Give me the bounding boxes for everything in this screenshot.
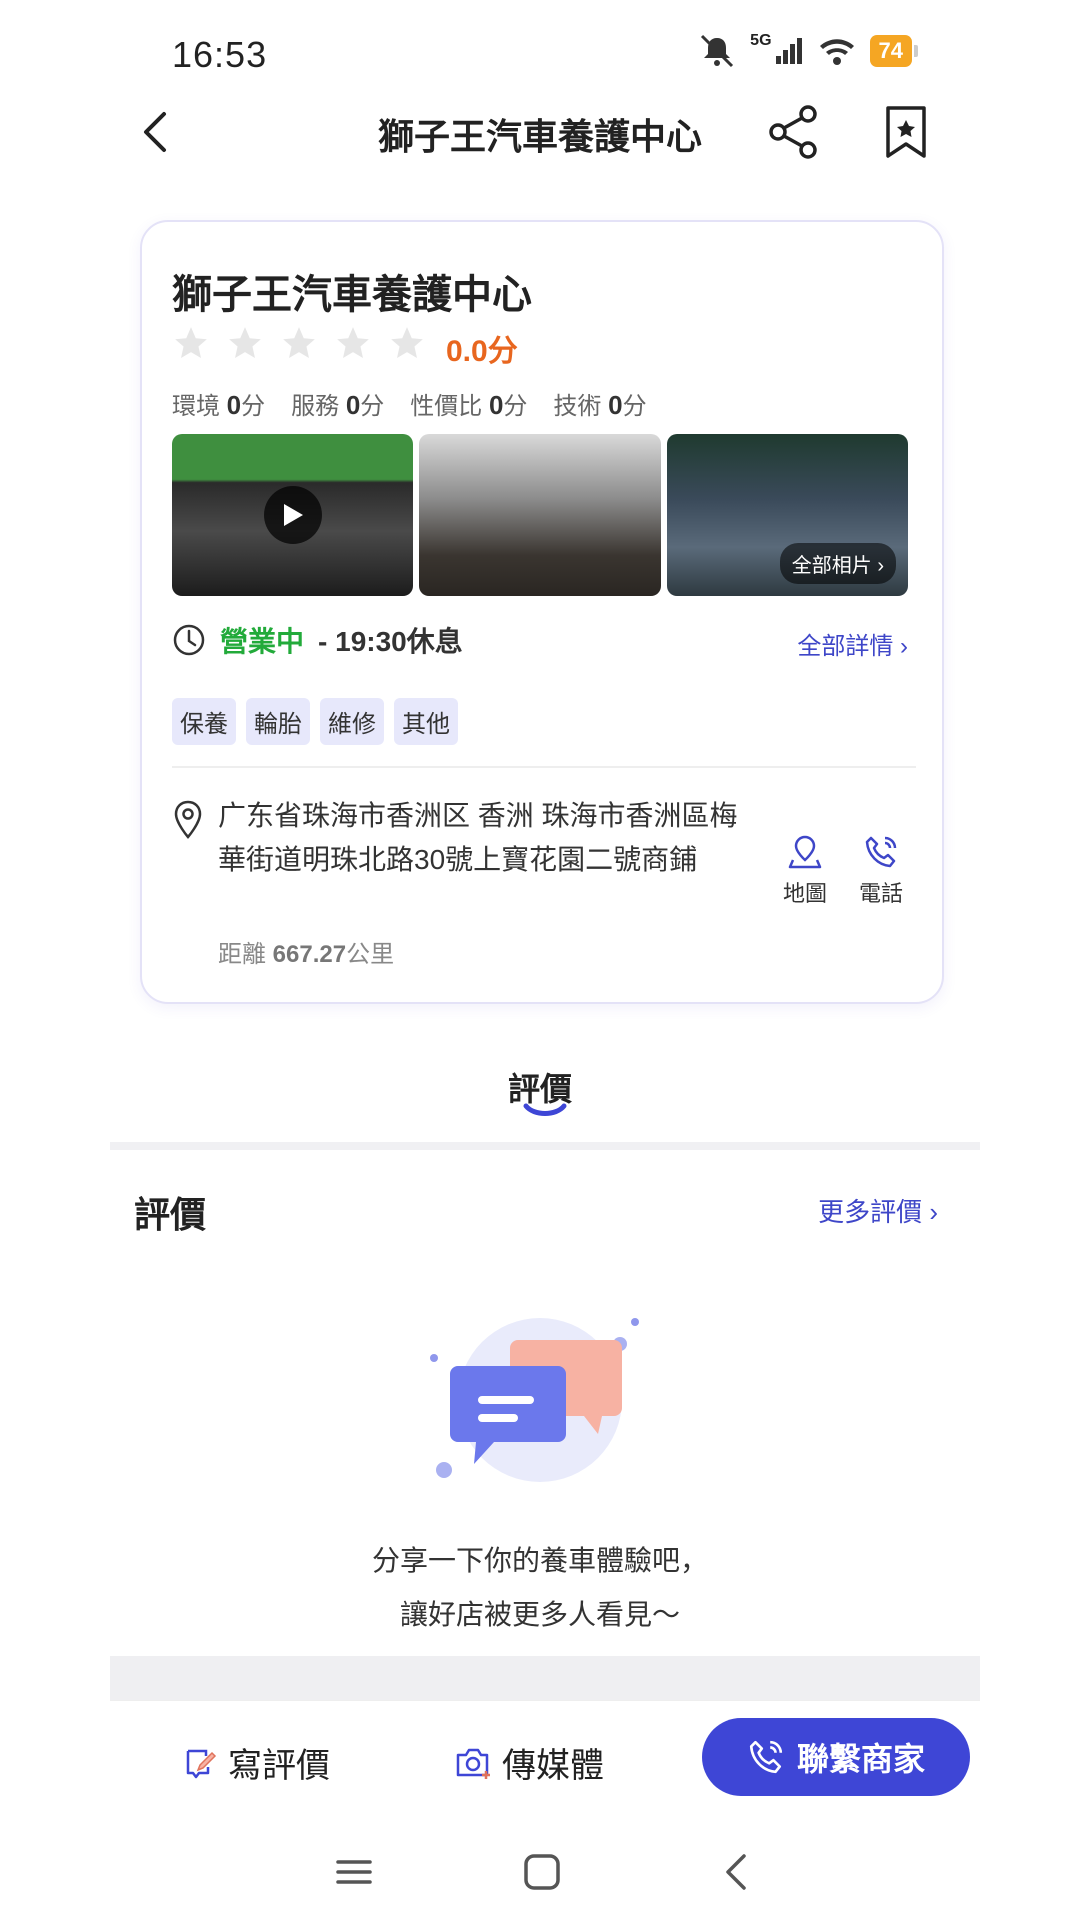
recent-apps-icon[interactable] bbox=[334, 1852, 374, 1892]
phone-call-icon bbox=[749, 1740, 783, 1774]
status-icons: 5G 74 bbox=[698, 32, 919, 68]
mute-icon bbox=[701, 34, 734, 68]
clock-icon bbox=[173, 624, 205, 656]
write-review-button[interactable]: 寫評價 bbox=[182, 1738, 330, 1787]
tag-tires[interactable]: 輪胎 bbox=[246, 698, 310, 745]
bookmark-icon[interactable] bbox=[882, 104, 930, 160]
interior-photo[interactable] bbox=[419, 434, 661, 596]
shop-address: 广东省珠海市香洲区 香洲 珠海市香洲區梅華街道明珠北路30號上寶花園二號商鋪 bbox=[218, 800, 738, 875]
subscore-environment: 環境 0分 bbox=[172, 390, 266, 420]
reviews-section-title: 評價 bbox=[134, 1194, 207, 1235]
shop-name: 獅子王汽車養護中心 bbox=[172, 273, 532, 317]
subscore-service: 服務 0分 bbox=[291, 390, 385, 420]
chevron-right-icon: › bbox=[900, 633, 908, 660]
location-pin-icon bbox=[174, 800, 202, 839]
rating-score: 0.0分 bbox=[446, 335, 518, 368]
subscore-value: 性價比 0分 bbox=[410, 390, 528, 420]
business-hours: 營業中 - 19:30休息 bbox=[172, 620, 463, 660]
tag-maintenance[interactable]: 保養 bbox=[172, 698, 236, 745]
map-icon bbox=[788, 835, 822, 869]
photo-gallery: 全部相片 › bbox=[172, 434, 908, 596]
star-icon bbox=[391, 327, 423, 359]
service-tags: 保養 輪胎 維修 其他 bbox=[172, 698, 458, 745]
upload-media-button[interactable]: 傳媒體 bbox=[454, 1738, 604, 1787]
phone-icon bbox=[865, 836, 897, 868]
tab-active-indicator bbox=[523, 1103, 567, 1116]
storefront-video-thumbnail[interactable] bbox=[172, 434, 414, 596]
more-reviews-link[interactable]: 更多評價 › bbox=[818, 1192, 938, 1229]
section-separator bbox=[110, 1656, 980, 1700]
open-status: 營業中 bbox=[220, 626, 305, 657]
map-button[interactable]: 地圖 bbox=[770, 834, 840, 908]
all-details-link[interactable]: 全部詳情 › bbox=[797, 626, 908, 661]
tag-repair[interactable]: 維修 bbox=[320, 698, 384, 745]
empty-reviews-message: 分享一下你的養車體驗吧， 讓好店被更多人看見～ bbox=[371, 1545, 708, 1630]
distance: 距離 667.27公里 bbox=[218, 941, 395, 968]
subscore-skill: 技術 0分 bbox=[553, 390, 647, 420]
share-icon[interactable] bbox=[766, 104, 822, 160]
network-5g-icon: 5G bbox=[750, 32, 772, 49]
empty-reviews-illustration bbox=[430, 1318, 639, 1482]
subscores: 環境 0分 服務 0分 性價比 0分 技術 0分 bbox=[172, 386, 647, 421]
home-icon[interactable] bbox=[522, 1852, 562, 1892]
edit-review-icon bbox=[186, 1749, 217, 1778]
phone-button[interactable]: 電話 bbox=[846, 834, 916, 908]
divider bbox=[172, 766, 916, 768]
signal-icon bbox=[775, 38, 802, 64]
star-icon bbox=[175, 327, 207, 359]
star-icon bbox=[337, 327, 369, 359]
tag-other[interactable]: 其他 bbox=[394, 698, 458, 745]
battery-indicator: 74 bbox=[869, 35, 919, 67]
all-photos-button[interactable]: 全部相片 › bbox=[779, 543, 896, 584]
wifi-icon bbox=[819, 39, 854, 65]
contact-merchant-button[interactable]: 聯繫商家 bbox=[702, 1718, 970, 1796]
system-back-icon[interactable] bbox=[718, 1852, 758, 1892]
status-time: 16:53 bbox=[172, 34, 268, 75]
star-icon bbox=[283, 327, 315, 359]
rating-stars bbox=[172, 324, 426, 362]
closing-time: - 19:30休息 bbox=[318, 626, 463, 657]
chevron-right-icon: › bbox=[929, 1197, 938, 1227]
camera-upload-icon bbox=[456, 1748, 490, 1779]
star-icon bbox=[229, 327, 261, 359]
shelf-photo[interactable]: 全部相片 › bbox=[666, 434, 908, 596]
play-icon[interactable] bbox=[263, 486, 322, 544]
